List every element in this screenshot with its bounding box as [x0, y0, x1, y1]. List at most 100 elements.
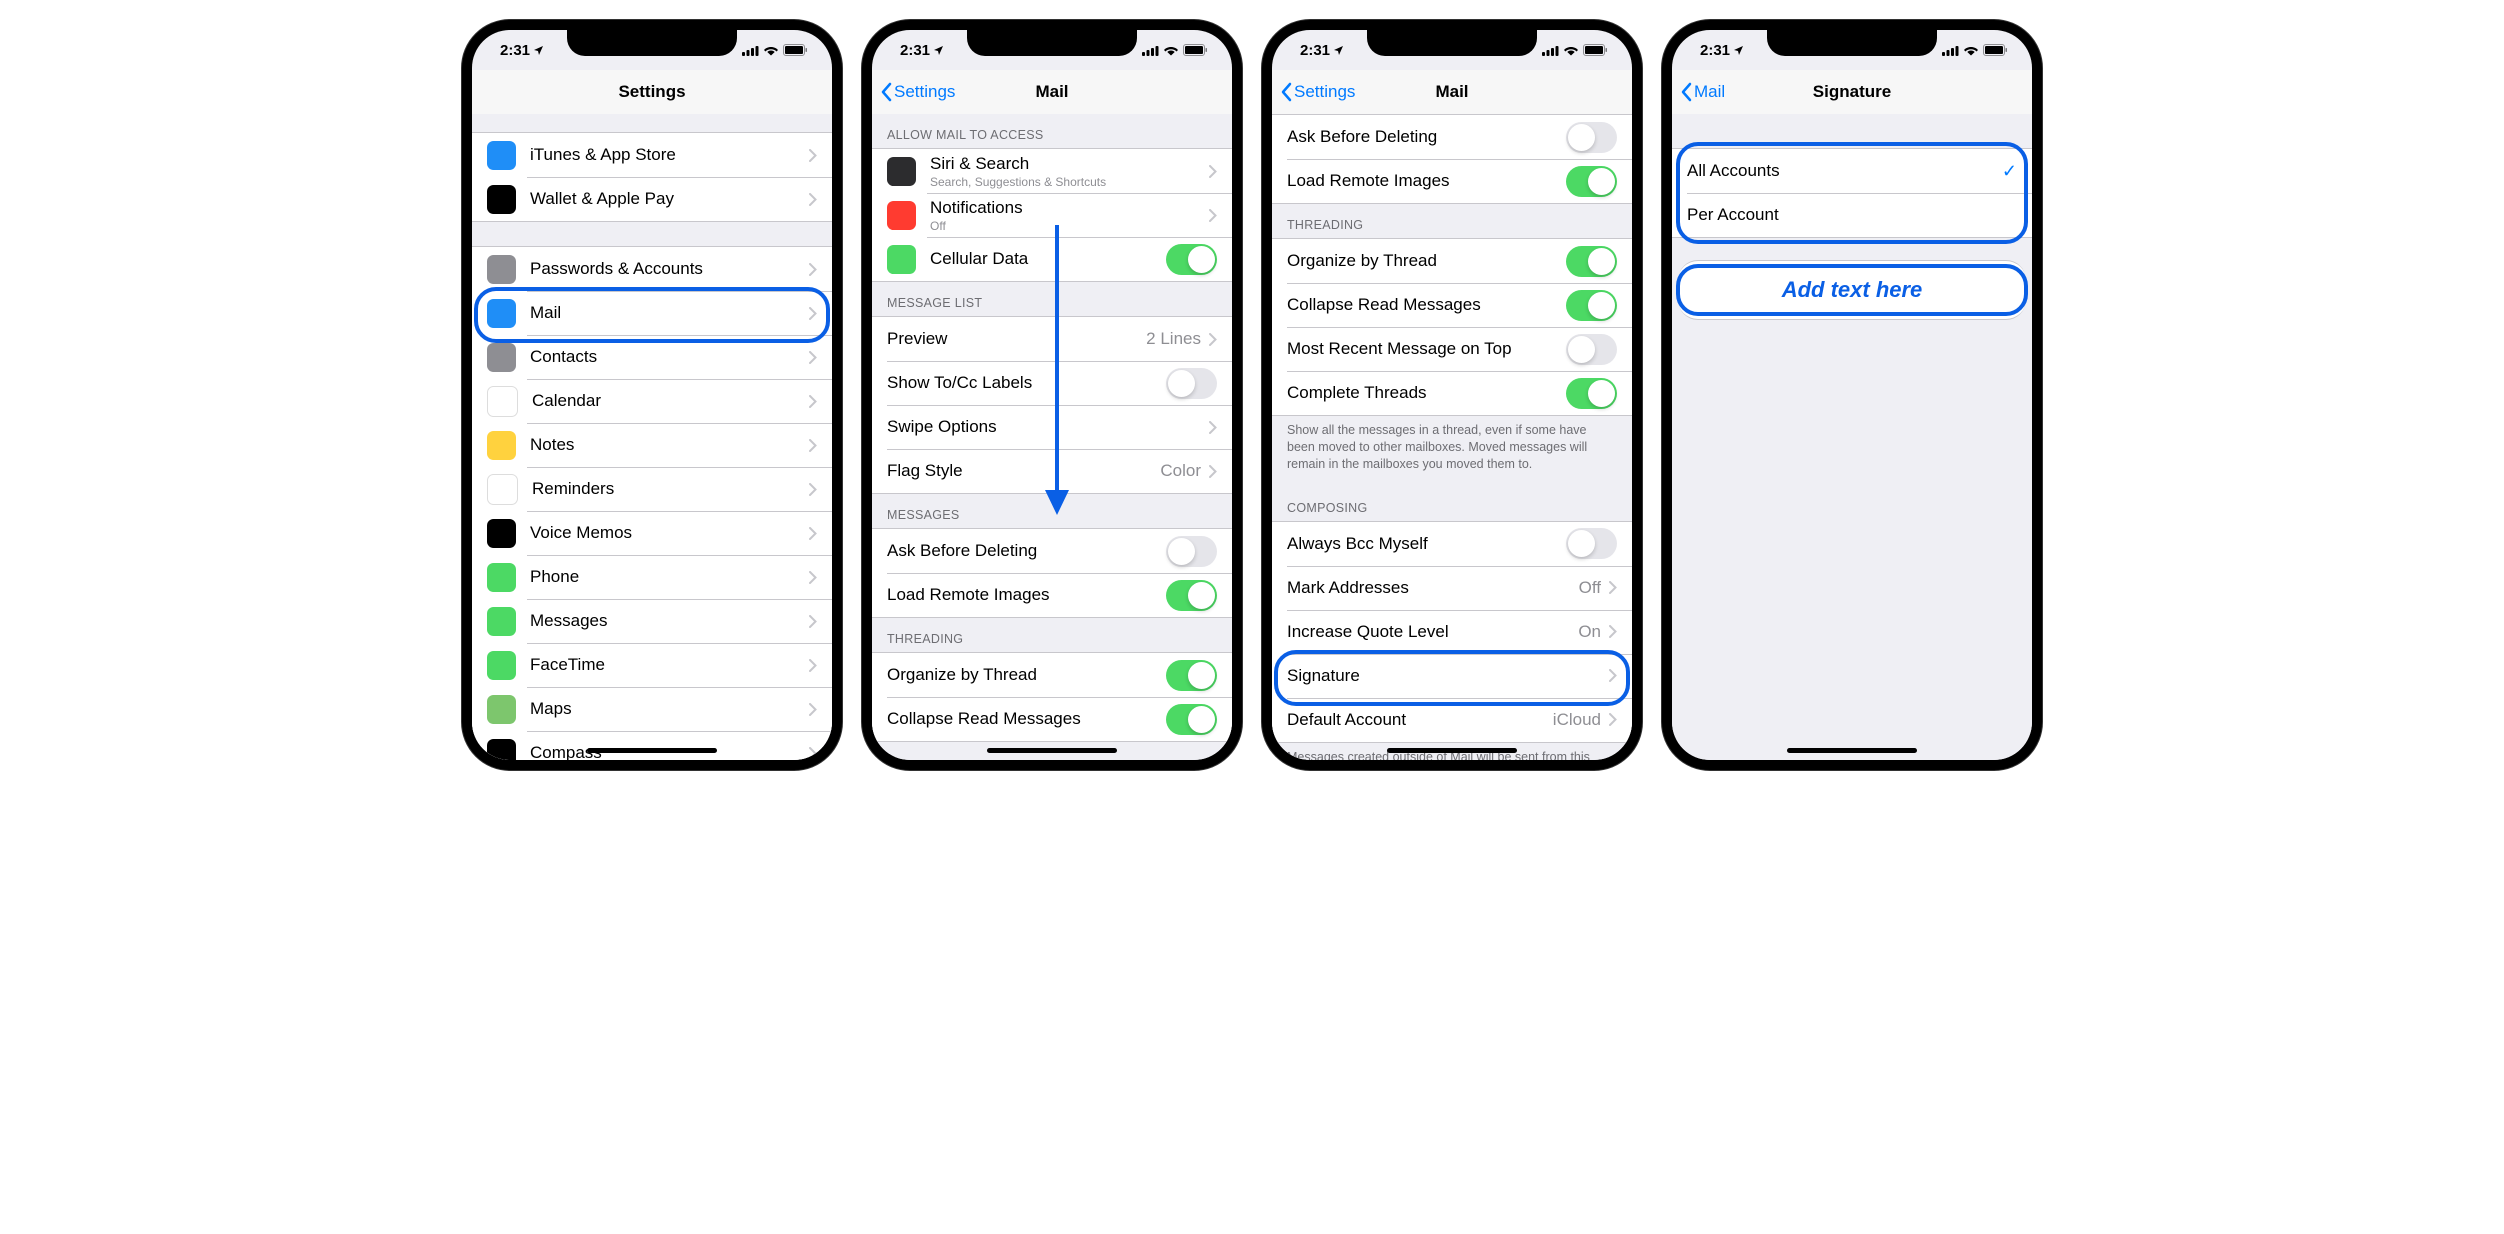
- settings-row-organize-by-thread[interactable]: Organize by Thread: [1272, 239, 1632, 283]
- settings-row-itunes-app-store[interactable]: iTunes & App Store: [472, 133, 832, 177]
- chevron-left-icon: [880, 82, 892, 102]
- chevron-right-icon: [809, 571, 817, 584]
- signature-text-input[interactable]: Add text here: [1678, 260, 2026, 320]
- notch: [1367, 30, 1537, 56]
- row-label: iTunes & App Store: [530, 145, 809, 165]
- settings-row-load-remote-images[interactable]: Load Remote Images: [1272, 159, 1632, 203]
- chevron-right-icon: [809, 483, 817, 496]
- settings-row-signature[interactable]: Signature: [1272, 654, 1632, 698]
- settings-row-notifications[interactable]: NotificationsOff: [872, 193, 1232, 237]
- cellular-signal-icon: [742, 45, 759, 56]
- settings-row-facetime[interactable]: FaceTime: [472, 643, 832, 687]
- settings-row-phone[interactable]: Phone: [472, 555, 832, 599]
- chevron-left-icon: [1280, 82, 1292, 102]
- settings-row-most-recent-message-on-top[interactable]: Most Recent Message on Top: [1272, 327, 1632, 371]
- toggle-switch[interactable]: [1166, 244, 1217, 275]
- toggle-switch[interactable]: [1566, 246, 1617, 277]
- settings-row-complete-threads[interactable]: Complete Threads: [1272, 371, 1632, 415]
- home-indicator[interactable]: [1387, 748, 1517, 753]
- toggle-switch[interactable]: [1166, 368, 1217, 399]
- back-button[interactable]: Mail: [1672, 82, 1725, 102]
- chevron-right-icon: [809, 351, 817, 364]
- checkmark-icon: ✓: [2002, 161, 2017, 182]
- settings-row-show-to-cc-labels[interactable]: Show To/Cc Labels: [872, 361, 1232, 405]
- home-indicator[interactable]: [1787, 748, 1917, 753]
- chevron-right-icon: [809, 615, 817, 628]
- row-label: Siri & Search: [930, 154, 1209, 174]
- settings-row-mark-addresses[interactable]: Mark AddressesOff: [1272, 566, 1632, 610]
- settings-row-wallet-apple-pay[interactable]: Wallet & Apple Pay: [472, 177, 832, 221]
- toggle-switch[interactable]: [1566, 378, 1617, 409]
- row-label: Ask Before Deleting: [887, 541, 1166, 561]
- compass-icon: [487, 739, 516, 761]
- chevron-right-icon: [1609, 669, 1617, 682]
- settings-row-all-accounts[interactable]: All Accounts✓: [1672, 149, 2032, 193]
- home-indicator[interactable]: [987, 748, 1117, 753]
- chevron-right-icon: [809, 149, 817, 162]
- row-label: Load Remote Images: [887, 585, 1166, 605]
- settings-row-load-remote-images[interactable]: Load Remote Images: [872, 573, 1232, 617]
- chevron-right-icon: [1209, 421, 1217, 434]
- row-label: Calendar: [532, 391, 809, 411]
- settings-row-compass[interactable]: Compass: [472, 731, 832, 760]
- nav-bar: SettingsMail: [1272, 70, 1632, 115]
- calendar-icon: [487, 386, 518, 417]
- appstore-icon: [487, 141, 516, 170]
- toggle-switch[interactable]: [1166, 660, 1217, 691]
- row-label: Always Bcc Myself: [1287, 534, 1566, 554]
- settings-row-passwords-accounts[interactable]: Passwords & Accounts: [472, 247, 832, 291]
- siri-icon: [887, 157, 916, 186]
- settings-row-voice-memos[interactable]: Voice Memos: [472, 511, 832, 555]
- chevron-right-icon: [809, 193, 817, 206]
- settings-row-preview[interactable]: Preview2 Lines: [872, 317, 1232, 361]
- settings-row-calendar[interactable]: Calendar: [472, 379, 832, 423]
- toggle-switch[interactable]: [1166, 704, 1217, 735]
- row-label: Messages: [530, 611, 809, 631]
- settings-row-collapse-read-messages[interactable]: Collapse Read Messages: [1272, 283, 1632, 327]
- settings-row-default-account[interactable]: Default AccountiCloud: [1272, 698, 1632, 742]
- contacts-icon: [487, 343, 516, 372]
- toggle-switch[interactable]: [1566, 290, 1617, 321]
- toggle-switch[interactable]: [1566, 166, 1617, 197]
- settings-row-notes[interactable]: Notes: [472, 423, 832, 467]
- settings-row-collapse-read-messages[interactable]: Collapse Read Messages: [872, 697, 1232, 741]
- row-label: Collapse Read Messages: [1287, 295, 1566, 315]
- section-header: THREADING: [1272, 204, 1632, 238]
- settings-row-mail[interactable]: Mail: [472, 291, 832, 335]
- settings-row-increase-quote-level[interactable]: Increase Quote LevelOn: [1272, 610, 1632, 654]
- settings-row-per-account[interactable]: Per Account: [1672, 193, 2032, 237]
- settings-row-organize-by-thread[interactable]: Organize by Thread: [872, 653, 1232, 697]
- settings-row-contacts[interactable]: Contacts: [472, 335, 832, 379]
- section-header: THREADING: [872, 618, 1232, 652]
- home-indicator[interactable]: [587, 748, 717, 753]
- settings-row-ask-before-deleting[interactable]: Ask Before Deleting: [872, 529, 1232, 573]
- row-label: Most Recent Message on Top: [1287, 339, 1566, 359]
- toggle-switch[interactable]: [1166, 536, 1217, 567]
- row-label: Mark Addresses: [1287, 578, 1579, 598]
- settings-row-siri-search[interactable]: Siri & SearchSearch, Suggestions & Short…: [872, 149, 1232, 193]
- settings-row-maps[interactable]: Maps: [472, 687, 832, 731]
- settings-row-flag-style[interactable]: Flag StyleColor: [872, 449, 1232, 493]
- toggle-switch[interactable]: [1566, 122, 1617, 153]
- status-time: 2:31: [500, 42, 530, 59]
- settings-row-cellular-data[interactable]: Cellular Data: [872, 237, 1232, 281]
- section-header: ALLOW MAIL TO ACCESS: [872, 114, 1232, 148]
- maps-icon: [487, 695, 516, 724]
- toggle-switch[interactable]: [1166, 580, 1217, 611]
- back-button[interactable]: Settings: [872, 82, 955, 102]
- reminders-icon: [487, 474, 518, 505]
- settings-row-reminders[interactable]: Reminders: [472, 467, 832, 511]
- toggle-switch[interactable]: [1566, 528, 1617, 559]
- settings-row-swipe-options[interactable]: Swipe Options: [872, 405, 1232, 449]
- nav-title: Settings: [472, 82, 832, 102]
- settings-row-messages[interactable]: Messages: [472, 599, 832, 643]
- toggle-switch[interactable]: [1566, 334, 1617, 365]
- settings-row-always-bcc-myself[interactable]: Always Bcc Myself: [1272, 522, 1632, 566]
- nav-bar: SettingsMail: [872, 70, 1232, 115]
- settings-row-ask-before-deleting[interactable]: Ask Before Deleting: [1272, 115, 1632, 159]
- back-label: Mail: [1694, 82, 1725, 102]
- back-button[interactable]: Settings: [1272, 82, 1355, 102]
- wallet-icon: [487, 185, 516, 214]
- chevron-right-icon: [809, 747, 817, 760]
- wifi-icon: [1963, 45, 1979, 56]
